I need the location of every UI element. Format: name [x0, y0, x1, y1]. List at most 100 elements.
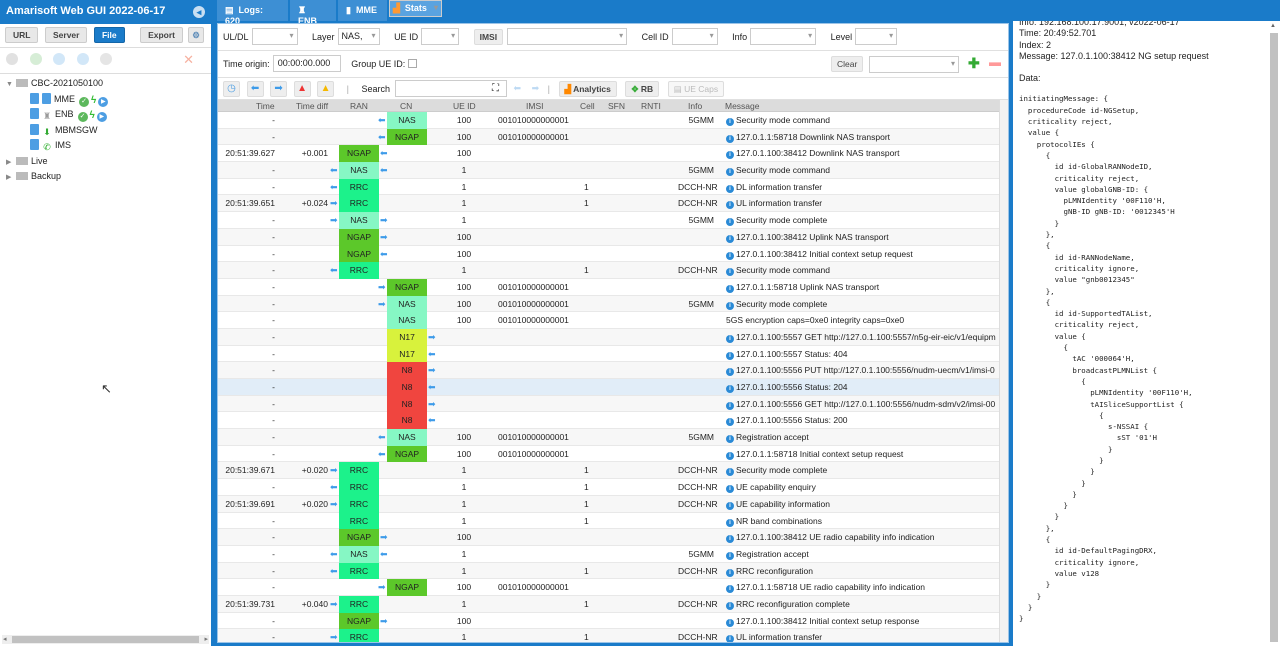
- info-icon[interactable]: i: [726, 618, 734, 627]
- tab-enb[interactable]: ♜ENB: [290, 0, 337, 26]
- refresh-icon[interactable]: [53, 53, 66, 65]
- table-row[interactable]: - NAS 1 5GMM i Security mode command ⬅ ⬅: [218, 162, 1000, 179]
- time-origin-input[interactable]: 00:00:00.000: [272, 55, 341, 72]
- info-icon[interactable]: i: [726, 234, 734, 243]
- table-row[interactable]: - NGAP 100 001010000000001 i 127.0.1.1:58718 …: [218, 128, 1000, 146]
- scroll-right-icon[interactable]: ▸: [204, 635, 208, 643]
- table-row[interactable]: 20:51:39.651 +0.024 RRC 1 1 DCCH-NR i UL inform…: [218, 195, 1000, 213]
- arrow-left-icon[interactable]: ⬅: [246, 80, 264, 97]
- col-ueid[interactable]: UE ID: [453, 101, 476, 111]
- col-rnti[interactable]: RNTI: [641, 101, 661, 111]
- tab-mme[interactable]: ▮ MME: [338, 0, 388, 21]
- expand-icon[interactable]: ▶: [6, 155, 14, 171]
- info-icon[interactable]: i: [726, 218, 734, 227]
- col-message[interactable]: Message: [725, 101, 760, 111]
- info-icon[interactable]: i: [726, 485, 734, 494]
- clock-icon[interactable]: ◷: [223, 80, 240, 97]
- table-row[interactable]: - NAS 1 5GMM i Security mode complete ➡ ➡: [218, 212, 1000, 229]
- info-icon[interactable]: i: [726, 284, 734, 293]
- imsi-select[interactable]: [507, 28, 628, 45]
- clear-button[interactable]: Clear: [831, 56, 864, 72]
- info-icon[interactable]: i: [726, 635, 734, 642]
- play-icon[interactable]: ▶: [98, 96, 109, 107]
- table-row[interactable]: - NGAP 100 i 127.0.1.100:38412 UE radio capa…: [218, 529, 1000, 546]
- table-row[interactable]: - NGAP 100 i 127.0.1.100:38412 Initial conte…: [218, 612, 1000, 630]
- server-button[interactable]: Server: [45, 27, 88, 43]
- info-icon[interactable]: i: [726, 151, 734, 160]
- table-row[interactable]: - RRC 1 1 i NR band combinations: [218, 512, 1000, 530]
- cellid-select[interactable]: [671, 28, 718, 45]
- warning-icon[interactable]: ▲: [317, 80, 335, 97]
- info-icon[interactable]: i: [726, 184, 734, 193]
- col-sfn[interactable]: SFN: [608, 101, 625, 111]
- tree-node-mme[interactable]: MME ✓ ϟ ▶: [0, 92, 211, 108]
- scrollbar-thumb[interactable]: [12, 636, 199, 643]
- play-icon[interactable]: [76, 53, 89, 65]
- imsi-button[interactable]: IMSI: [473, 28, 504, 45]
- layer-select[interactable]: NAS,: [337, 28, 380, 45]
- search-input[interactable]: [395, 80, 508, 97]
- expand-icon[interactable]: ▶: [6, 170, 14, 186]
- info-icon[interactable]: i: [726, 551, 734, 560]
- table-row[interactable]: 20:51:39.627 +0.001 NGAP 100 i 127.0.1.100:38…: [218, 145, 1000, 163]
- tree-node-enb[interactable]: ♜ ENB ✓ ϟ ▶: [0, 107, 211, 123]
- col-info[interactable]: Info: [688, 101, 702, 111]
- wrench-icon[interactable]: [6, 53, 18, 65]
- col-cell[interactable]: Cell: [580, 101, 595, 111]
- detail-scrollbar[interactable]: ▲: [1270, 23, 1278, 642]
- ueid-select[interactable]: [421, 28, 460, 45]
- remove-icon[interactable]: ▬: [989, 55, 1001, 69]
- col-cn[interactable]: CN: [400, 101, 412, 111]
- expand-icon[interactable]: ▼: [6, 77, 14, 93]
- info-icon[interactable]: i: [726, 168, 734, 177]
- info-icon[interactable]: i: [726, 134, 734, 143]
- info-icon[interactable]: i: [726, 351, 734, 360]
- info-icon[interactable]: i: [726, 251, 734, 260]
- tab-logs[interactable]: ▤ Logs: 620: [217, 0, 289, 26]
- table-row[interactable]: 20:51:39.691 +0.020 RRC 1 1 DCCH-NR i UE capabi…: [218, 495, 1000, 513]
- table-row[interactable]: - NAS 1 5GMM i Registration accept ⬅ ⬅: [218, 545, 1000, 563]
- table-row[interactable]: - N8 i 127.0.1.100:5556 Status: 204 ⬅: [218, 379, 1000, 396]
- preset-select[interactable]: [869, 56, 959, 73]
- prev-match-icon[interactable]: ⬅: [514, 83, 522, 93]
- table-row[interactable]: - RRC 1 1 DCCH-NR i UL information transfer ➡: [218, 629, 1000, 642]
- table-row[interactable]: - RRC 1 1 DCCH-NR i RRC reconfiguration ⬅: [218, 562, 1000, 580]
- info-icon[interactable]: i: [726, 368, 734, 377]
- tree-node-ims[interactable]: ✆ IMS: [0, 138, 211, 154]
- table-row[interactable]: - N17 i 127.0.1.100:5557 Status: 404 ⬅: [218, 345, 1000, 363]
- group-ueid-checkbox[interactable]: [408, 59, 418, 68]
- collapse-panel-icon[interactable]: ◂: [193, 6, 205, 18]
- binoculars-icon[interactable]: ⛶: [492, 83, 499, 94]
- info-icon[interactable]: i: [726, 385, 734, 393]
- info-icon[interactable]: i: [726, 201, 734, 210]
- table-row[interactable]: - N17 i 127.0.1.100:5557 GET http://127.0.1…: [218, 328, 1000, 346]
- info-icon[interactable]: i: [726, 268, 734, 277]
- check-icon[interactable]: [29, 53, 42, 65]
- table-row[interactable]: - N8 i 127.0.1.100:5556 GET http://127.0.1.…: [218, 395, 1000, 413]
- info-icon[interactable]: i: [726, 401, 734, 410]
- info-icon[interactable]: i: [726, 118, 734, 126]
- info-icon[interactable]: i: [726, 585, 734, 594]
- tree-node-mbmsgw[interactable]: ⬇ MBMSGW: [0, 123, 211, 139]
- uldl-select[interactable]: [251, 28, 298, 45]
- table-row[interactable]: - N8 i 127.0.1.100:5556 Status: 200 ⬅: [218, 412, 1000, 430]
- table-row[interactable]: - NAS 100 001010000000001 5GMM i Security mode…: [218, 295, 1000, 313]
- rb-button[interactable]: ✥ RB: [625, 80, 660, 97]
- info-icon[interactable]: i: [726, 601, 734, 610]
- horizontal-scrollbar[interactable]: ◂ ▸: [2, 635, 209, 644]
- analytics-button[interactable]: ▟ Analytics: [558, 80, 617, 97]
- level-select[interactable]: [855, 28, 898, 45]
- table-row[interactable]: - RRC 1 1 DCCH-NR i Security mode command ⬅: [218, 262, 1000, 279]
- info-icon[interactable]: i: [726, 334, 734, 343]
- tab-stats[interactable]: ▟ Stats: [389, 0, 442, 17]
- delete-icon[interactable]: ✕: [183, 52, 194, 67]
- add-icon[interactable]: ✚: [968, 55, 980, 72]
- url-button[interactable]: URL: [5, 27, 39, 43]
- info-icon[interactable]: i: [726, 535, 734, 544]
- table-row[interactable]: - RRC 1 1 DCCH-NR i UE capability enquiry ⬅: [218, 479, 1000, 496]
- info-icon[interactable]: i: [726, 568, 734, 577]
- table-row[interactable]: 20:51:39.671 +0.020 RRC 1 1 DCCH-NR i Security …: [218, 462, 1000, 480]
- export-button[interactable]: Export: [140, 27, 183, 43]
- uecaps-button[interactable]: ▤ UE Caps: [667, 80, 725, 97]
- col-ran[interactable]: RAN: [350, 101, 368, 111]
